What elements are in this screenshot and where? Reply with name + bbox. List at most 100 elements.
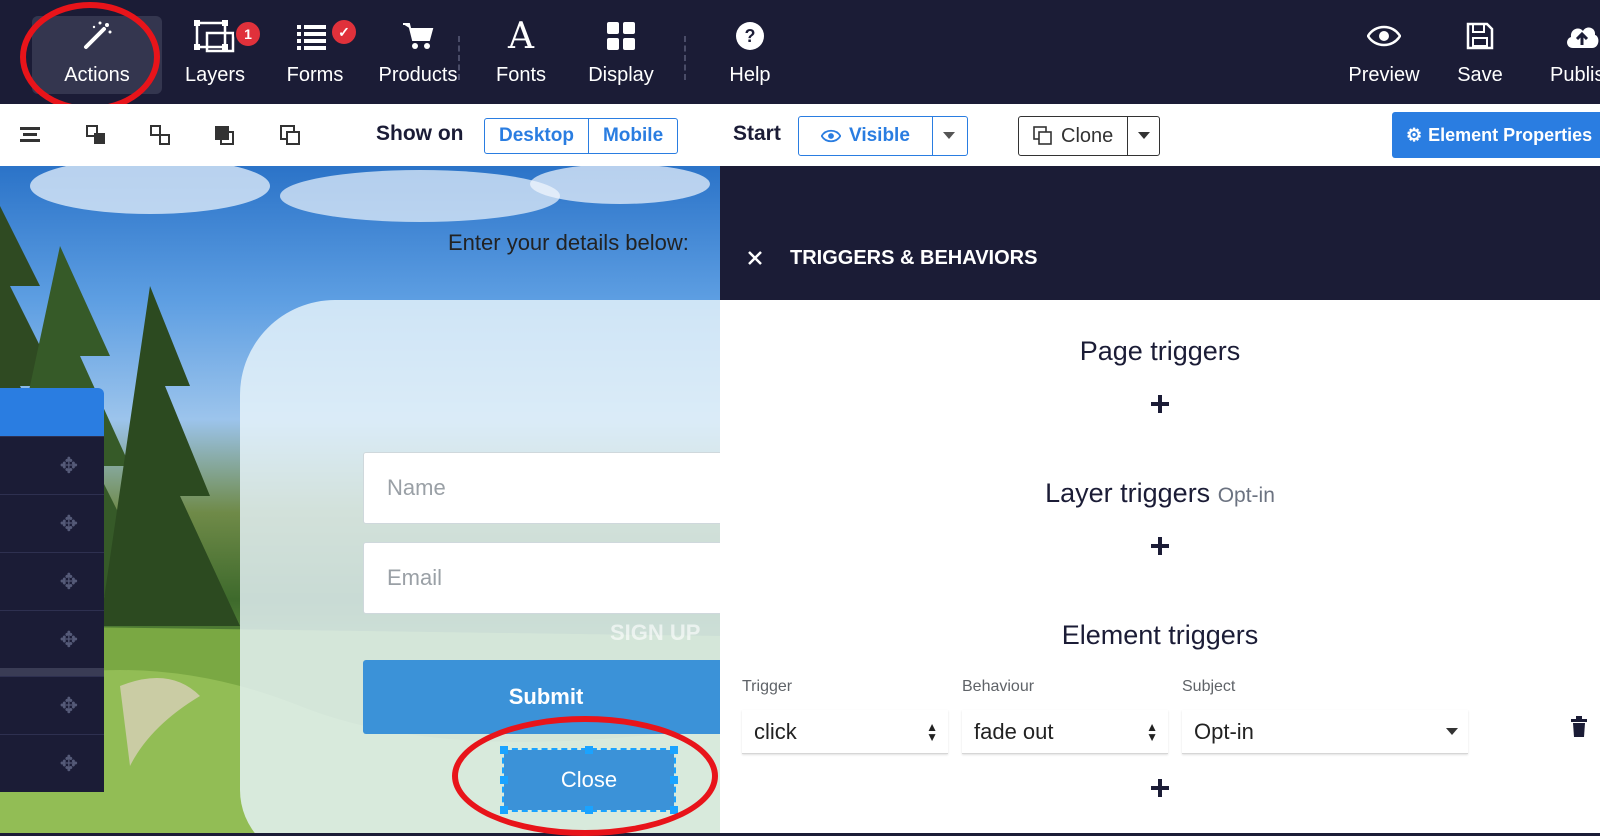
element-triggers-heading: Element triggers (1061, 620, 1259, 650)
clone-label: Clone (1061, 124, 1114, 147)
products-label: Products (378, 64, 458, 86)
close-button-label: Close (560, 767, 618, 792)
cloud-upload-icon (1538, 16, 1600, 56)
toolbar-divider (458, 36, 460, 80)
move-handle-icon[interactable]: ✥ (60, 693, 78, 719)
move-handle-icon[interactable]: ✥ (60, 569, 78, 595)
layer-row-selected[interactable] (0, 388, 104, 436)
layer-triggers-label: Layer triggers (1045, 478, 1211, 508)
save-icon (1440, 16, 1520, 56)
resize-handle[interactable] (585, 746, 593, 754)
display-button[interactable]: Display (576, 16, 666, 94)
gear-icon: ⚙ (1406, 124, 1423, 145)
submit-button[interactable]: Submit (363, 660, 733, 734)
align-center-icon[interactable] (18, 123, 42, 147)
updown-arrows-icon: ▲ ▼ (1146, 719, 1158, 744)
send-to-back-icon[interactable] (278, 123, 302, 147)
add-page-trigger-button[interactable] (720, 394, 1600, 414)
plus-icon (1151, 537, 1169, 555)
name-field[interactable]: Name (363, 452, 733, 524)
updown-arrows-icon: ▲ ▼ (926, 719, 938, 744)
publish-button[interactable]: Publis (1538, 16, 1600, 94)
device-toggle: Desktop Mobile (484, 118, 679, 154)
help-button[interactable]: ? Help (705, 16, 795, 94)
display-label: Display (588, 64, 654, 86)
desktop-toggle[interactable]: Desktop (485, 119, 588, 153)
start-visibility-dropdown[interactable]: Visible (798, 116, 968, 156)
layer-row[interactable]: ✥ (0, 494, 104, 552)
close-icon[interactable] (720, 250, 790, 266)
layers-button[interactable]: 1 Layers (160, 16, 270, 94)
triggers-panel-title: TRIGGERS & BEHAVIORS (790, 246, 1038, 269)
subject-label: Subject (1182, 678, 1236, 695)
font-icon: A (508, 15, 534, 57)
move-handle-icon[interactable]: ✥ (60, 453, 78, 479)
help-label: Help (729, 64, 771, 86)
clone-dropdown[interactable]: Clone (1018, 116, 1160, 156)
behaviour-select[interactable]: fade out ▲ ▼ (962, 710, 1168, 754)
actions-button[interactable]: Actions (32, 16, 162, 94)
trash-icon[interactable] (1570, 716, 1588, 743)
show-on-label: Show on (376, 122, 464, 145)
triggers-panel-header: TRIGGERS & BEHAVIORS (720, 216, 1600, 300)
resize-handle[interactable] (670, 746, 678, 754)
add-layer-trigger-button[interactable] (720, 536, 1600, 556)
move-handle-icon[interactable]: ✥ (60, 627, 78, 653)
save-button[interactable]: Save (1440, 16, 1520, 94)
chevron-down-icon[interactable] (931, 117, 965, 155)
form-heading: Enter your details below: (448, 230, 689, 255)
add-element-trigger-button[interactable] (720, 778, 1600, 798)
layer-row[interactable]: ✥ (0, 676, 104, 734)
behaviour-value: fade out (974, 718, 1054, 744)
element-properties-button[interactable]: ⚙ Element Properties (1392, 112, 1600, 158)
layer-triggers-subject: Opt-in (1217, 484, 1275, 507)
trigger-select[interactable]: click ▲ ▼ (742, 710, 948, 754)
save-label: Save (1457, 64, 1503, 86)
preview-button[interactable]: Preview (1334, 16, 1434, 94)
preview-label: Preview (1348, 64, 1420, 86)
products-button[interactable]: Products (348, 16, 488, 94)
signup-ghost-text: SIGN UP (610, 620, 701, 645)
layer-triggers-heading: Layer triggers Opt-in (720, 478, 1600, 509)
fonts-button[interactable]: A Fonts (476, 16, 566, 94)
visible-label: Visible (849, 125, 910, 146)
bring-to-front-icon[interactable] (212, 123, 236, 147)
resize-handle[interactable] (585, 806, 593, 814)
subject-value: Opt-in (1194, 718, 1254, 744)
trigger-value: click (754, 718, 797, 744)
chevron-down-icon[interactable] (1127, 117, 1159, 155)
toolbar-divider (684, 36, 686, 80)
resize-handle[interactable] (500, 806, 508, 814)
visible-option[interactable]: Visible (799, 117, 932, 155)
send-backward-icon[interactable] (148, 123, 172, 147)
plus-icon (1151, 779, 1169, 797)
chevron-down-icon (1446, 727, 1458, 735)
layer-row[interactable]: ✥ (0, 734, 104, 792)
layer-divider (0, 668, 104, 676)
move-handle-icon[interactable]: ✥ (60, 511, 78, 537)
email-field[interactable]: Email (363, 542, 733, 614)
resize-handle[interactable] (670, 806, 678, 814)
cart-icon (348, 16, 488, 56)
layer-row[interactable]: ✥ (0, 436, 104, 494)
resize-handle[interactable] (500, 746, 508, 754)
layer-row[interactable]: ✥ (0, 610, 104, 668)
resize-handle[interactable] (670, 776, 678, 784)
clone-button[interactable]: Clone (1019, 117, 1127, 155)
move-handle-icon[interactable]: ✥ (60, 751, 78, 777)
layer-row[interactable]: ✥ (0, 552, 104, 610)
element-toolbar: Show on Desktop Mobile Start Visible Clo… (0, 104, 1600, 166)
help-icon: ? (705, 16, 795, 56)
close-button[interactable]: Close (502, 748, 676, 812)
svg-text:?: ? (745, 26, 756, 46)
plus-icon (1151, 395, 1169, 413)
layers-panel: ✥ ✥ ✥ ✥ ✥ ✥ (0, 388, 104, 792)
top-toolbar: Actions 1 Layers ✓ Forms Products A Font… (0, 0, 1600, 112)
mobile-toggle[interactable]: Mobile (587, 119, 677, 153)
bring-forward-icon[interactable] (84, 123, 108, 147)
start-label: Start (733, 122, 781, 145)
eye-icon (1334, 16, 1434, 56)
resize-handle[interactable] (500, 776, 508, 784)
actions-label: Actions (64, 64, 130, 86)
subject-select[interactable]: Opt-in (1182, 710, 1468, 754)
